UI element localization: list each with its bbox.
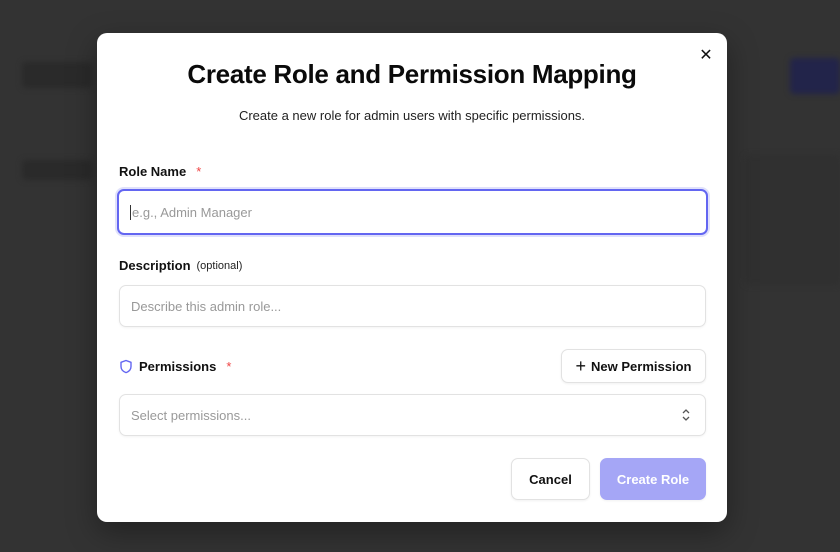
- role-name-input[interactable]: e.g., Admin Manager: [117, 189, 708, 235]
- permissions-select[interactable]: Select permissions...: [119, 394, 706, 436]
- required-mark: *: [226, 359, 232, 374]
- new-permission-label: New Permission: [591, 358, 692, 374]
- background-heading: [22, 62, 92, 88]
- new-permission-button[interactable]: + New Permission: [561, 349, 706, 383]
- dialog-title: Create Role and Permission Mapping: [187, 59, 637, 89]
- background-text: [22, 160, 92, 180]
- description-label: Description (optional): [119, 258, 242, 273]
- plus-icon: +: [575, 356, 587, 376]
- description-placeholder: Describe this admin role...: [131, 298, 282, 314]
- permissions-placeholder: Select permissions...: [131, 407, 251, 423]
- role-name-placeholder: e.g., Admin Manager: [132, 204, 252, 220]
- chevrons-up-down-icon: [682, 409, 690, 421]
- description-input[interactable]: Describe this admin role...: [119, 285, 706, 327]
- required-mark: *: [196, 164, 202, 179]
- optional-note: (optional): [196, 259, 243, 272]
- permissions-label-text: Permissions: [139, 359, 217, 374]
- cancel-button[interactable]: Cancel: [511, 458, 590, 500]
- dialog-subtitle: Create a new role for admin users with s…: [238, 108, 586, 123]
- background-panel: [745, 155, 840, 285]
- role-name-label: Role Name *: [119, 164, 201, 179]
- background-button: [790, 58, 840, 94]
- description-label-text: Description: [119, 258, 191, 273]
- role-name-label-text: Role Name: [119, 164, 187, 179]
- create-role-button[interactable]: Create Role: [600, 458, 706, 500]
- shield-icon: [120, 359, 132, 374]
- create-role-dialog: ✕ Create Role and Permission Mapping Cre…: [97, 33, 727, 522]
- permissions-label: Permissions *: [119, 359, 231, 374]
- text-caret: [130, 204, 131, 220]
